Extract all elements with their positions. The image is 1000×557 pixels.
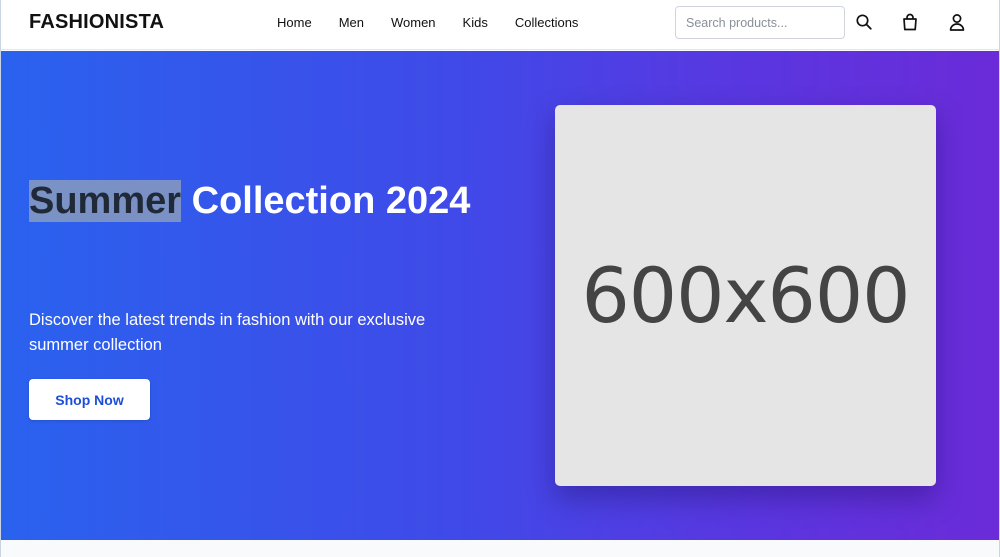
search-icon[interactable] [855,13,873,31]
nav-link-collections[interactable]: Collections [515,15,579,30]
nav-link-kids[interactable]: Kids [463,15,488,30]
user-icon[interactable] [948,13,966,31]
hero-subtitle: Discover the latest trends in fashion wi… [29,311,426,354]
hero-title-selected-text[interactable]: Summer [29,180,182,222]
nav-link-home[interactable]: Home [277,15,312,30]
main-nav: Home Men Women Kids Collections [277,15,605,30]
hero-title: Summer Collection 2024 [29,171,489,232]
site-header: FASHIONISTA Home Men Women Kids Collecti… [1,0,999,50]
hero-section: Summer Collection 2024 Discover the late… [1,51,999,540]
page: FASHIONISTA Home Men Women Kids Collecti… [0,0,1000,557]
nav-link-women[interactable]: Women [391,15,436,30]
below-hero-strip [1,540,999,557]
nav-link-men[interactable]: Men [339,15,364,30]
shopping-bag-icon[interactable] [901,13,919,31]
hero-image-label: 600x600 [581,251,910,340]
hero-title-rest[interactable]: Collection 2024 [181,180,471,222]
search-input[interactable] [675,6,845,39]
hero-image-placeholder: 600x600 [555,105,936,486]
site-logo[interactable]: FASHIONISTA [29,11,164,34]
shop-now-button[interactable]: Shop Now [29,379,150,420]
